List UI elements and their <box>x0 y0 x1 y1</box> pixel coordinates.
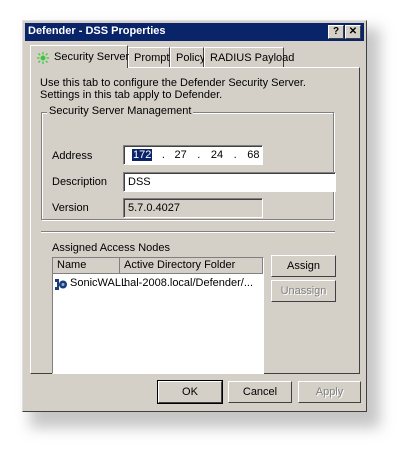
description-input[interactable]: DSS <box>123 172 336 192</box>
ok-button[interactable]: OK <box>157 380 223 404</box>
properties-dialog: Defender - DSS Properties ? ✕ Security S… <box>22 20 367 412</box>
window-title: Defender - DSS Properties <box>28 25 166 37</box>
tab-security-server[interactable]: Security Server <box>30 45 130 68</box>
assign-button[interactable]: Assign <box>271 255 336 277</box>
node-folder: hal-2008.local/Defender/... <box>124 277 254 289</box>
separator <box>41 231 335 233</box>
description-label: Description <box>52 176 108 188</box>
ip-dot: . <box>197 149 201 161</box>
tab-prompts-label: Prompts <box>134 52 175 64</box>
intro-text: Use this tab to configure the Defender S… <box>40 77 306 101</box>
column-header-name-label: Name <box>57 259 87 271</box>
address-label: Address <box>52 150 93 162</box>
intro-line-1: Use this tab to configure the Defender S… <box>40 77 306 89</box>
ip-octet-4[interactable]: 68 <box>247 149 259 161</box>
tab-security-server-label: Security Server <box>54 51 130 63</box>
title-bar[interactable]: Defender - DSS Properties ? ✕ <box>25 23 364 41</box>
node-name: SonicWALL <box>70 277 128 289</box>
column-header-name[interactable]: Name <box>53 258 120 274</box>
access-nodes-list[interactable]: Name Active Directory Folder SonicWALL h… <box>52 257 264 374</box>
version-label: Version <box>52 202 89 214</box>
tab-policy-label: Policy <box>176 52 206 64</box>
tab-radius-payload-label: RADIUS Payload <box>210 52 295 64</box>
tab-radius-payload[interactable]: RADIUS Payload <box>204 47 294 67</box>
version-field: 5.7.0.4027 <box>123 198 263 218</box>
tab-prompts[interactable]: Prompts <box>128 47 175 67</box>
ip-octet-2[interactable]: 27 <box>174 149 186 161</box>
ip-octet-1[interactable]: 172 <box>132 149 153 161</box>
tab-policy[interactable]: Policy <box>170 47 206 67</box>
help-button[interactable]: ? <box>328 25 344 39</box>
ip-dot: . <box>161 149 165 161</box>
address-ip-field[interactable]: 172 . 27 . 24 . 68 <box>123 145 263 165</box>
ip-octet-3[interactable]: 24 <box>211 149 223 161</box>
network-node-icon <box>55 278 68 294</box>
server-management-legend: Security Server Management <box>47 105 194 117</box>
list-item[interactable]: SonicWALL hal-2008.local/Defender/... <box>53 276 263 292</box>
security-server-panel: Use this tab to configure the Defender S… <box>30 67 360 374</box>
intro-line-2: Settings in this tab apply to Defender. <box>40 89 223 101</box>
close-button[interactable]: ✕ <box>345 25 361 39</box>
column-header-folder-label: Active Directory Folder <box>124 259 236 271</box>
help-icon: ? <box>332 26 340 37</box>
ip-dot: . <box>233 149 237 161</box>
apply-button[interactable]: Apply <box>298 381 361 403</box>
assigned-nodes-label: Assigned Access Nodes <box>52 242 171 254</box>
cancel-button[interactable]: Cancel <box>228 381 292 403</box>
column-header-folder[interactable]: Active Directory Folder <box>120 258 263 274</box>
close-icon: ✕ <box>348 26 358 37</box>
unassign-button[interactable]: Unassign <box>271 280 336 302</box>
security-server-tab-icon <box>37 51 49 64</box>
